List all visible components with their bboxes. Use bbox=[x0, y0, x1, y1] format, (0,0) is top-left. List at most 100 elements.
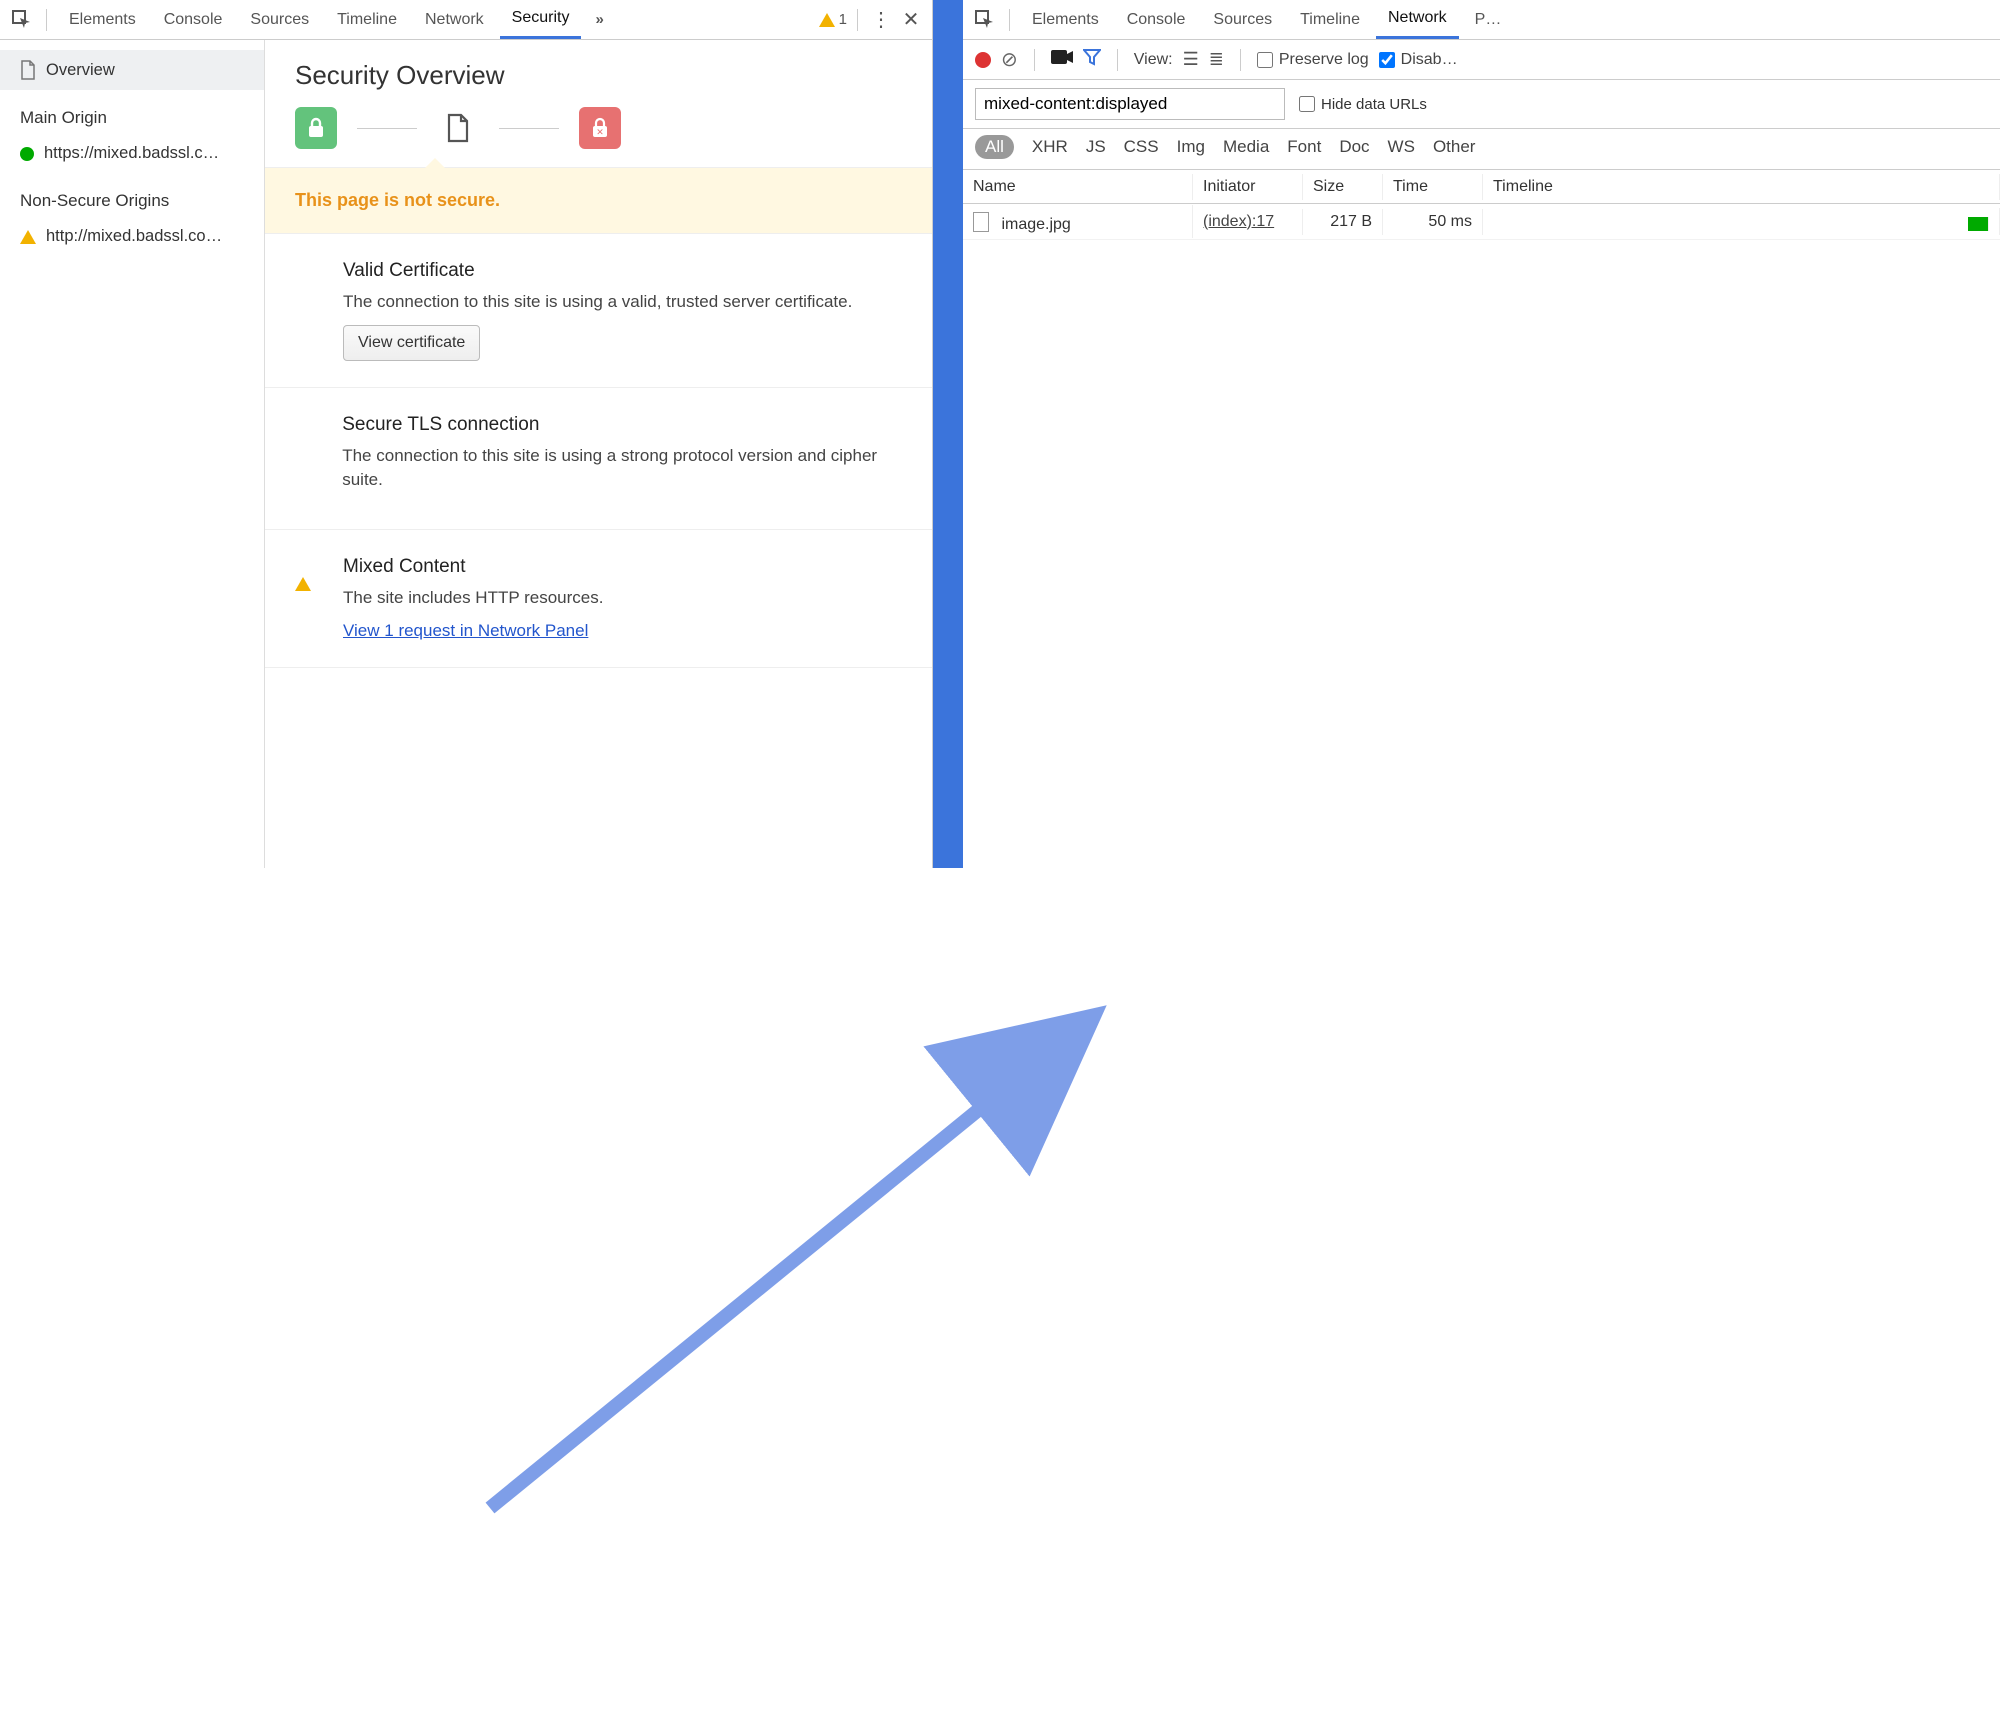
tabs-overflow[interactable]: » bbox=[585, 11, 613, 28]
tab-elements[interactable]: Elements bbox=[1020, 0, 1111, 39]
state-page-icon bbox=[437, 107, 479, 149]
main-origin-url: https://mixed.badssl.c… bbox=[44, 144, 219, 163]
left-tabbar: Elements Console Sources Timeline Networ… bbox=[0, 0, 932, 40]
block-title: Mixed Content bbox=[343, 556, 603, 578]
cell-size: 217 B bbox=[1303, 209, 1383, 235]
tab-sources[interactable]: Sources bbox=[1201, 0, 1284, 39]
preserve-log-label: Preserve log bbox=[1279, 51, 1369, 69]
block-text: The connection to this site is using a v… bbox=[343, 290, 852, 315]
filter-type-js[interactable]: JS bbox=[1086, 137, 1106, 157]
filter-type-font[interactable]: Font bbox=[1287, 137, 1321, 157]
nonsecure-url: http://mixed.badssl.co… bbox=[46, 227, 222, 246]
hide-data-urls-input[interactable] bbox=[1299, 96, 1315, 112]
devtools-right-pane: Elements Console Sources Timeline Networ… bbox=[963, 0, 2000, 868]
warnings-count: 1 bbox=[839, 11, 847, 28]
disable-cache-label: Disab… bbox=[1401, 51, 1458, 69]
close-icon[interactable]: ✕ bbox=[898, 7, 924, 32]
filter-types-row: All XHR JS CSS Img Media Font Doc WS Oth… bbox=[963, 129, 2000, 170]
tab-console[interactable]: Console bbox=[152, 0, 235, 39]
warning-icon bbox=[295, 560, 311, 591]
block-mixed-content: Mixed Content The site includes HTTP res… bbox=[265, 530, 932, 668]
col-name[interactable]: Name bbox=[963, 174, 1193, 200]
view-label: View: bbox=[1134, 51, 1173, 69]
screenshot-icon[interactable] bbox=[1051, 49, 1073, 70]
divider bbox=[857, 9, 858, 31]
cell-name: image.jpg bbox=[963, 205, 1193, 238]
view-small-icon[interactable]: ≣ bbox=[1209, 49, 1224, 70]
security-state-row: ✕ bbox=[265, 107, 932, 149]
filter-type-img[interactable]: Img bbox=[1177, 137, 1205, 157]
cell-time: 50 ms bbox=[1383, 209, 1483, 235]
tab-elements[interactable]: Elements bbox=[57, 0, 148, 39]
view-certificate-button[interactable]: View certificate bbox=[343, 325, 480, 361]
tab-security[interactable]: Security bbox=[500, 0, 582, 39]
hide-data-urls-label: Hide data URLs bbox=[1321, 96, 1427, 113]
kebab-menu-icon[interactable]: ⋮ bbox=[868, 7, 894, 32]
sidebar-item-overview[interactable]: Overview bbox=[0, 50, 264, 90]
state-insecure-icon: ✕ bbox=[579, 107, 621, 149]
block-text: The site includes HTTP resources. bbox=[343, 586, 603, 611]
disable-cache-input[interactable] bbox=[1379, 52, 1395, 68]
col-time[interactable]: Time bbox=[1383, 174, 1483, 200]
filter-icon[interactable] bbox=[1083, 48, 1101, 72]
filter-type-doc[interactable]: Doc bbox=[1339, 137, 1369, 157]
tab-timeline[interactable]: Timeline bbox=[325, 0, 409, 39]
annotation-divider bbox=[933, 0, 963, 868]
block-title: Secure TLS connection bbox=[342, 414, 902, 436]
annotation-arrow bbox=[0, 868, 2000, 1736]
inspect-icon[interactable] bbox=[971, 6, 999, 34]
sidebar-item-nonsecure-origin[interactable]: http://mixed.badssl.co… bbox=[0, 217, 264, 256]
network-columns: Name Initiator Size Time Timeline bbox=[963, 170, 2000, 204]
block-valid-cert: Valid Certificate The connection to this… bbox=[265, 234, 932, 388]
filter-type-other[interactable]: Other bbox=[1433, 137, 1476, 157]
block-title: Valid Certificate bbox=[343, 260, 852, 282]
filter-type-all[interactable]: All bbox=[975, 135, 1014, 159]
record-icon[interactable] bbox=[975, 52, 991, 68]
cell-initiator[interactable]: (index):17 bbox=[1193, 209, 1303, 235]
filter-type-css[interactable]: CSS bbox=[1124, 137, 1159, 157]
network-row[interactable]: image.jpg (index):17 217 B 50 ms bbox=[963, 204, 2000, 240]
block-secure-tls: Secure TLS connection The connection to … bbox=[265, 388, 932, 530]
sidebar-item-main-origin[interactable]: https://mixed.badssl.c… bbox=[0, 134, 264, 173]
tab-network[interactable]: Network bbox=[413, 0, 496, 39]
nonsecure-heading: Non-Secure Origins bbox=[0, 173, 264, 217]
network-filterbar: Hide data URLs bbox=[963, 80, 2000, 129]
secure-dot-icon bbox=[20, 147, 34, 161]
warning-icon bbox=[20, 230, 36, 244]
disable-cache-checkbox[interactable]: Disab… bbox=[1379, 51, 1458, 69]
security-main: Security Overview ✕ This page is not sec… bbox=[265, 40, 932, 868]
filter-type-media[interactable]: Media bbox=[1223, 137, 1269, 157]
tab-network[interactable]: Network bbox=[1376, 0, 1459, 39]
insecure-banner: This page is not secure. bbox=[265, 167, 932, 234]
hide-data-urls-checkbox[interactable]: Hide data URLs bbox=[1299, 96, 1427, 113]
divider bbox=[46, 9, 47, 31]
cell-timeline bbox=[1483, 208, 2000, 235]
preserve-log-input[interactable] bbox=[1257, 52, 1273, 68]
state-secure-icon bbox=[295, 107, 337, 149]
security-overview-title: Security Overview bbox=[265, 60, 932, 107]
col-initiator[interactable]: Initiator bbox=[1193, 174, 1303, 200]
col-size[interactable]: Size bbox=[1303, 174, 1383, 200]
warning-icon bbox=[819, 13, 835, 27]
tab-timeline[interactable]: Timeline bbox=[1288, 0, 1372, 39]
clear-icon[interactable]: ⊘ bbox=[1001, 47, 1018, 72]
block-text: The connection to this site is using a s… bbox=[342, 444, 902, 493]
file-icon bbox=[973, 212, 989, 232]
view-large-icon[interactable]: ☰ bbox=[1183, 49, 1199, 70]
filter-type-ws[interactable]: WS bbox=[1388, 137, 1415, 157]
inspect-icon[interactable] bbox=[8, 6, 36, 34]
filter-type-xhr[interactable]: XHR bbox=[1032, 137, 1068, 157]
tab-console[interactable]: Console bbox=[1115, 0, 1198, 39]
filter-input[interactable] bbox=[975, 88, 1285, 120]
warnings-badge[interactable]: 1 bbox=[819, 11, 847, 28]
main-origin-heading: Main Origin bbox=[0, 90, 264, 134]
preserve-log-checkbox[interactable]: Preserve log bbox=[1257, 51, 1369, 69]
tab-sources[interactable]: Sources bbox=[238, 0, 321, 39]
right-tabbar: Elements Console Sources Timeline Networ… bbox=[963, 0, 2000, 40]
view-in-network-link[interactable]: View 1 request in Network Panel bbox=[343, 621, 588, 640]
security-sidebar: Overview Main Origin https://mixed.badss… bbox=[0, 40, 265, 868]
tab-truncated[interactable]: P… bbox=[1463, 0, 1514, 39]
page-icon bbox=[20, 60, 36, 80]
col-timeline[interactable]: Timeline bbox=[1483, 174, 2000, 200]
overview-label: Overview bbox=[46, 61, 115, 80]
